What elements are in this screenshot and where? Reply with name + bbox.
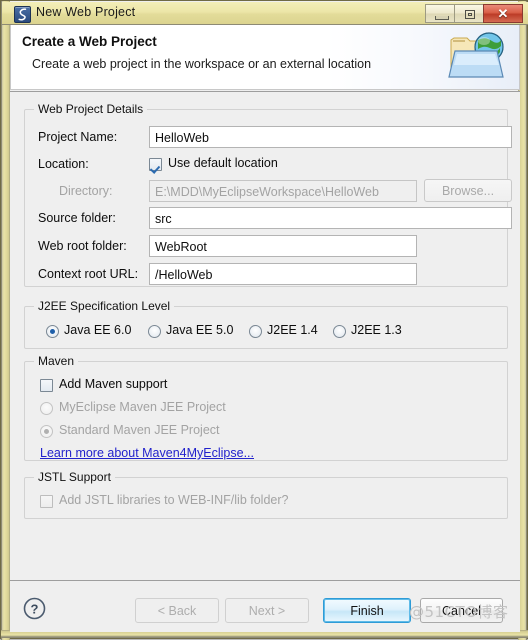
radio-standard-maven-jee-label: Standard Maven JEE Project: [59, 423, 220, 437]
radio-java-ee-5[interactable]: [148, 325, 161, 338]
browse-button: Browse...: [424, 179, 512, 202]
wizard-body: Web Project Details Project Name: HelloW…: [10, 92, 520, 580]
jstl-support-legend: JSTL Support: [34, 470, 115, 484]
use-default-location-checkbox[interactable]: [149, 158, 162, 171]
radio-j2ee-14[interactable]: [249, 325, 262, 338]
radio-j2ee-13[interactable]: [333, 325, 346, 338]
web-project-folder-globe-icon: [445, 27, 507, 87]
svg-text:?: ?: [31, 602, 39, 617]
window-frame-left: [1, 1, 10, 640]
watermark: @51CTO博客: [409, 603, 509, 621]
add-maven-support-checkbox[interactable]: [40, 379, 53, 392]
radio-java-ee-5-label[interactable]: Java EE 5.0: [166, 323, 233, 337]
close-icon: ✕: [497, 5, 509, 21]
close-button[interactable]: ✕: [483, 4, 523, 23]
next-button: Next >: [225, 598, 309, 623]
radio-myeclipse-maven-jee-label: MyEclipse Maven JEE Project: [59, 400, 226, 414]
add-jstl-libraries-label: Add JSTL libraries to WEB-INF/lib folder…: [59, 493, 289, 507]
add-jstl-libraries-checkbox: [40, 495, 53, 508]
minimize-icon: [435, 16, 449, 20]
radio-j2ee-14-label[interactable]: J2EE 1.4: [267, 323, 318, 337]
web-root-folder-label: Web root folder:: [38, 239, 127, 253]
web-root-folder-input[interactable]: WebRoot: [149, 235, 417, 257]
use-default-location-label[interactable]: Use default location: [168, 156, 278, 170]
source-folder-label: Source folder:: [38, 211, 116, 225]
page-subtitle: Create a web project in the workspace or…: [32, 57, 372, 71]
minimize-button[interactable]: [425, 4, 455, 23]
help-icon[interactable]: ?: [23, 597, 46, 620]
web-project-details-legend: Web Project Details: [34, 102, 148, 116]
radio-java-ee-6[interactable]: [46, 325, 59, 338]
project-name-label: Project Name:: [38, 130, 118, 144]
directory-label: Directory:: [59, 184, 113, 198]
title-bar: New Web Project ✕: [2, 2, 528, 25]
context-root-url-label: Context root URL:: [38, 267, 139, 281]
new-web-project-dialog: New Web Project ✕ Create a Web Project C…: [0, 0, 528, 640]
maven4myeclipse-link[interactable]: Learn more about Maven4MyEclipse...: [40, 446, 254, 460]
add-maven-support-label[interactable]: Add Maven support: [59, 377, 167, 391]
page-title: Create a Web Project: [22, 34, 157, 49]
maven-legend: Maven: [34, 354, 79, 368]
wizard-header: Create a Web Project Create a web projec…: [10, 25, 520, 90]
radio-j2ee-13-label[interactable]: J2EE 1.3: [351, 323, 402, 337]
radio-java-ee-6-label[interactable]: Java EE 6.0: [64, 323, 131, 337]
window-title: New Web Project: [36, 5, 136, 19]
project-name-input[interactable]: HelloWeb: [149, 126, 512, 148]
radio-myeclipse-maven-jee: [40, 402, 53, 415]
restore-button[interactable]: [454, 4, 484, 23]
restore-icon: [465, 10, 475, 19]
radio-standard-maven-jee: [40, 425, 53, 438]
j2ee-spec-legend: J2EE Specification Level: [34, 299, 175, 313]
location-label: Location:: [38, 157, 89, 171]
back-button: < Back: [135, 598, 219, 623]
directory-input: E:\MDD\MyEclipseWorkspace\HelloWeb: [149, 180, 417, 202]
finish-button[interactable]: Finish: [323, 598, 411, 623]
source-folder-input[interactable]: src: [149, 207, 512, 229]
window-controls: ✕: [425, 4, 523, 23]
context-root-url-input[interactable]: /HelloWeb: [149, 263, 417, 285]
myeclipse-icon: [14, 6, 31, 23]
